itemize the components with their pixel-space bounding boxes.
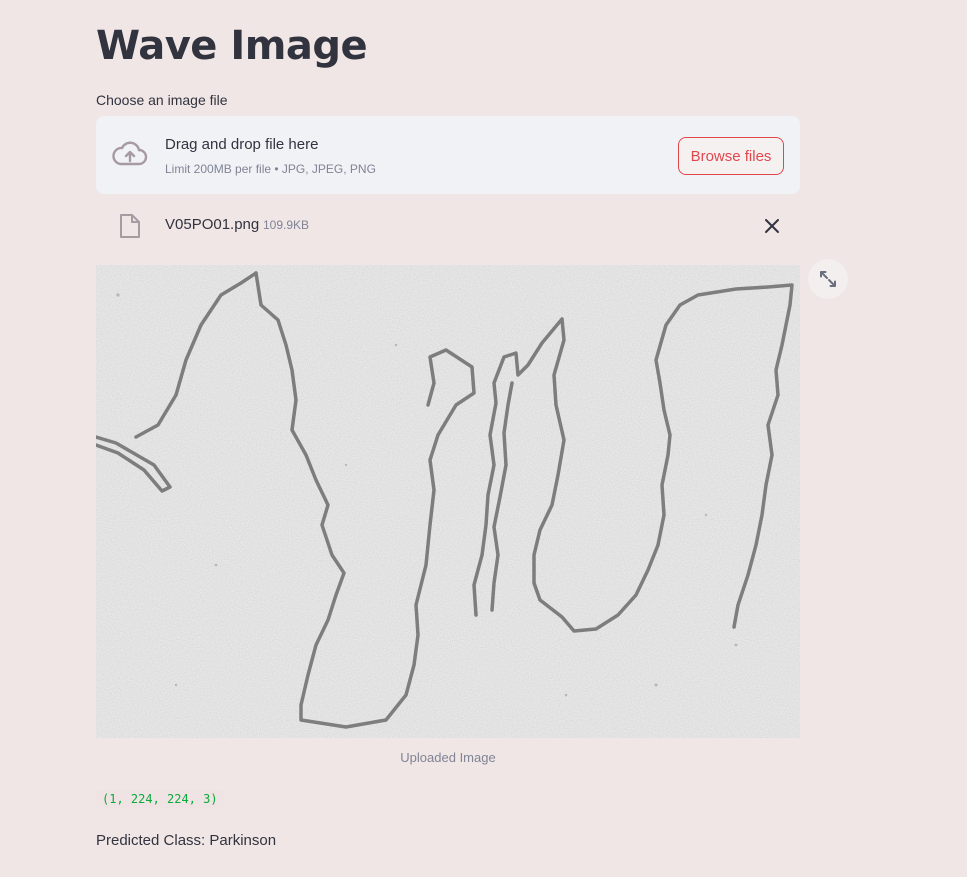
expand-icon xyxy=(820,271,836,287)
wave-drawing-image xyxy=(96,265,800,738)
uploaded-image xyxy=(96,265,800,738)
file-name: V05PO01.png xyxy=(165,216,260,233)
close-icon[interactable] xyxy=(762,216,782,236)
dropzone-limit-text: Limit 200MB per file • JPG, JPEG, PNG xyxy=(165,162,376,176)
browse-files-button[interactable]: Browse files xyxy=(678,137,784,175)
page-title: Wave Image xyxy=(96,23,368,69)
shape-output: (1, 224, 224, 3) xyxy=(96,790,224,808)
cloud-upload-icon xyxy=(112,141,148,166)
prediction-result: Predicted Class: Parkinson xyxy=(96,832,277,849)
uploaded-file-item: V05PO01.png 109.9KB xyxy=(96,206,800,246)
file-size: 109.9KB xyxy=(263,218,310,232)
file-icon xyxy=(120,214,140,238)
image-caption: Uploaded Image xyxy=(400,750,496,765)
file-dropzone[interactable]: Drag and drop file here Limit 200MB per … xyxy=(96,116,800,194)
fullscreen-button[interactable] xyxy=(808,259,848,299)
dropzone-instructions: Drag and drop file here xyxy=(165,136,319,153)
file-uploader-label: Choose an image file xyxy=(96,92,228,108)
